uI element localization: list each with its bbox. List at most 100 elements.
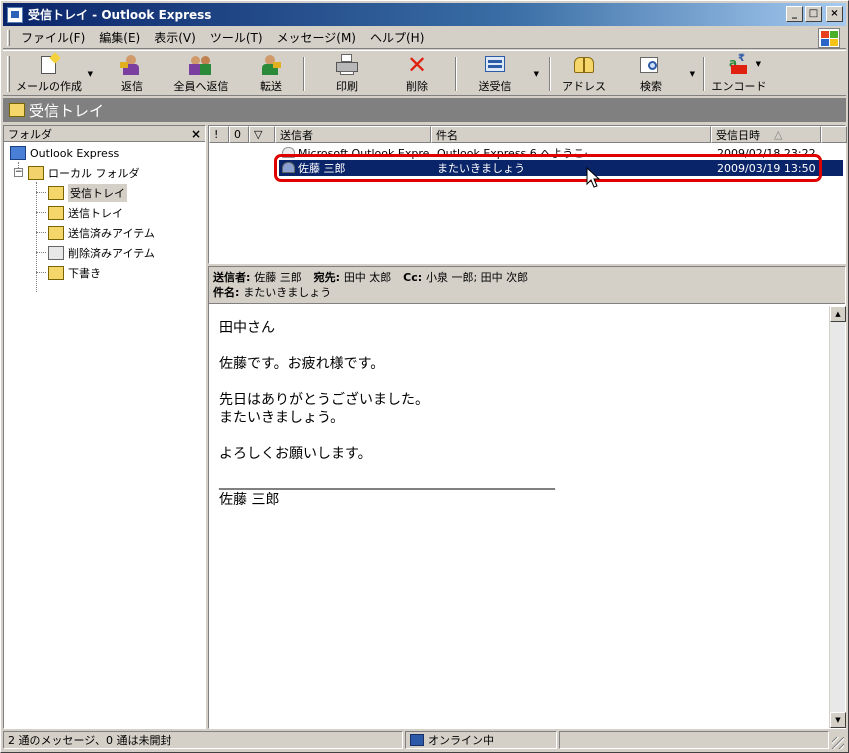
menu-bar: ファイル(F) 編集(E) 表示(V) ツール(T) メッセージ(M) ヘルプ(… bbox=[3, 27, 846, 49]
forward-button[interactable]: 転送 bbox=[253, 54, 289, 94]
tree-line bbox=[36, 192, 46, 193]
search-dropdown-arrow-icon[interactable]: ▼ bbox=[690, 70, 695, 78]
column-header-filler bbox=[821, 126, 847, 143]
toolbar-separator bbox=[549, 57, 551, 91]
status-online-label: オンライン中 bbox=[428, 734, 494, 747]
address-book-icon bbox=[572, 54, 596, 76]
reply-label: 返信 bbox=[121, 80, 143, 93]
inbox-icon bbox=[48, 186, 64, 200]
close-button[interactable]: × bbox=[826, 6, 843, 22]
folder-outbox[interactable]: 送信トレイ bbox=[48, 204, 123, 222]
outlook-express-window: 受信トレイ - Outlook Express _ □ × ファイル(F) 編集… bbox=[0, 0, 849, 753]
encode-dropdown-arrow-icon[interactable]: ▼ bbox=[756, 60, 761, 68]
body-line: またいきましょう。 bbox=[219, 410, 345, 426]
create-mail-dropdown-arrow-icon[interactable]: ▼ bbox=[88, 70, 93, 78]
print-button[interactable]: 印刷 bbox=[329, 54, 365, 94]
folder-local-folders-label: ローカル フォルダ bbox=[48, 167, 140, 180]
menu-tools[interactable]: ツール(T) bbox=[203, 27, 270, 48]
toolbar-grip-handle[interactable] bbox=[7, 56, 10, 92]
inbox-folder-icon bbox=[9, 103, 25, 117]
encode-icon: a ₹ bbox=[727, 53, 751, 76]
column-header-priority[interactable]: ! bbox=[209, 126, 229, 143]
column-header-flag[interactable]: ▽ bbox=[249, 126, 275, 143]
resize-grip-handle[interactable] bbox=[832, 737, 844, 749]
folder-outlook-express[interactable]: Outlook Express bbox=[10, 144, 119, 162]
selected-row-highlight-annotation bbox=[274, 154, 822, 182]
current-folder-header: 受信トレイ bbox=[3, 98, 846, 122]
menu-file[interactable]: ファイル(F) bbox=[14, 27, 92, 48]
column-header-received-label: 受信日時 bbox=[716, 128, 760, 142]
tree-line bbox=[36, 182, 37, 292]
folder-sent-items-label: 送信済みアイテム bbox=[68, 227, 155, 240]
body-line: 佐藤 三郎 bbox=[219, 492, 280, 508]
search-button[interactable]: 検索 ▼ bbox=[631, 54, 695, 94]
computer-icon bbox=[410, 734, 424, 746]
window-controls: _ □ × bbox=[786, 6, 843, 22]
forward-icon bbox=[259, 54, 283, 76]
title-bar[interactable]: 受信トレイ - Outlook Express _ □ × bbox=[3, 3, 846, 26]
create-mail-button[interactable]: メールの作成 ▼ bbox=[15, 52, 93, 94]
folder-inbox[interactable]: 受信トレイ bbox=[48, 184, 127, 202]
outbox-icon bbox=[48, 206, 64, 220]
send-receive-button[interactable]: 送受信 ▼ bbox=[469, 54, 539, 94]
column-header-attachment[interactable]: 0 bbox=[229, 126, 249, 143]
menu-grip-handle[interactable] bbox=[7, 29, 10, 46]
toolbar-separator bbox=[303, 57, 305, 91]
status-message-count: 2 通のメッセージ、0 通は未開封 bbox=[3, 731, 403, 749]
menu-help[interactable]: ヘルプ(H) bbox=[363, 27, 431, 48]
minimize-button[interactable]: _ bbox=[786, 6, 803, 22]
folder-deleted-items-label: 削除済みアイテム bbox=[68, 247, 155, 260]
reply-all-button[interactable]: 全員へ返信 bbox=[171, 54, 231, 94]
send-receive-label: 送受信 bbox=[478, 80, 512, 93]
folder-sent-items[interactable]: 送信済みアイテム bbox=[48, 224, 155, 242]
folders-pane-close-icon[interactable]: × bbox=[191, 127, 201, 141]
scroll-down-arrow-icon[interactable]: ▼ bbox=[830, 712, 846, 728]
create-mail-label: メールの作成 bbox=[16, 80, 82, 93]
new-mail-icon bbox=[37, 52, 61, 76]
tree-line bbox=[36, 252, 46, 253]
folder-deleted-items[interactable]: 削除済みアイテム bbox=[48, 244, 155, 262]
reply-all-icon bbox=[189, 54, 213, 76]
send-receive-dropdown-arrow-icon[interactable]: ▼ bbox=[534, 70, 539, 78]
message-list: ! 0 ▽ 送信者 件名 受信日時 △ Microsoft Outlook Ex… bbox=[208, 125, 847, 264]
delete-x-icon: ✕ bbox=[406, 51, 428, 79]
menu-view[interactable]: 表示(V) bbox=[147, 27, 203, 48]
folder-inbox-label: 受信トレイ bbox=[68, 184, 127, 202]
encode-button[interactable]: a ₹ エンコード ▼ bbox=[711, 53, 767, 94]
column-header-received[interactable]: 受信日時 △ bbox=[711, 126, 821, 143]
folder-local-folders[interactable]: ローカル フォルダ bbox=[28, 164, 140, 182]
search-label: 検索 bbox=[640, 80, 662, 93]
send-receive-icon bbox=[483, 54, 507, 76]
tree-line bbox=[36, 232, 46, 233]
preview-cc-label: Cc bbox=[403, 271, 418, 284]
encode-label: エンコード bbox=[711, 80, 767, 93]
local-folders-icon bbox=[28, 166, 44, 180]
delete-label: 削除 bbox=[406, 80, 428, 93]
scroll-up-arrow-icon[interactable]: ▲ bbox=[830, 306, 846, 322]
preview-to-label: 宛先 bbox=[313, 271, 336, 284]
reply-icon bbox=[120, 54, 144, 76]
collapse-local-folders-icon[interactable]: − bbox=[14, 168, 23, 177]
search-icon bbox=[639, 54, 663, 76]
folders-pane-header: フォルダ × bbox=[4, 126, 205, 142]
status-online: オンライン中 bbox=[405, 731, 557, 749]
column-header-from[interactable]: 送信者 bbox=[275, 126, 431, 143]
mouse-cursor-icon bbox=[586, 167, 600, 188]
preview-vertical-scrollbar[interactable]: ▲ ▼ bbox=[829, 306, 846, 728]
maximize-button[interactable]: □ bbox=[805, 6, 822, 22]
preview-to: 田中 太郎 bbox=[343, 271, 392, 284]
signature-divider: ________________________________________… bbox=[219, 474, 555, 490]
menu-message[interactable]: メッセージ(M) bbox=[270, 27, 363, 48]
reply-all-label: 全員へ返信 bbox=[173, 80, 229, 93]
column-header-subject[interactable]: 件名 bbox=[431, 126, 711, 143]
folder-drafts[interactable]: 下書き bbox=[48, 264, 101, 282]
print-label: 印刷 bbox=[336, 80, 358, 93]
menu-edit[interactable]: 編集(E) bbox=[92, 27, 147, 48]
drafts-icon bbox=[48, 266, 64, 280]
windows-logo-icon bbox=[818, 28, 840, 48]
preview-from: 佐藤 三郎 bbox=[254, 271, 302, 284]
reply-button[interactable]: 返信 bbox=[113, 54, 151, 94]
delete-button[interactable]: ✕ 削除 bbox=[399, 51, 435, 94]
sent-items-icon bbox=[48, 226, 64, 240]
address-button[interactable]: アドレス bbox=[559, 54, 609, 94]
